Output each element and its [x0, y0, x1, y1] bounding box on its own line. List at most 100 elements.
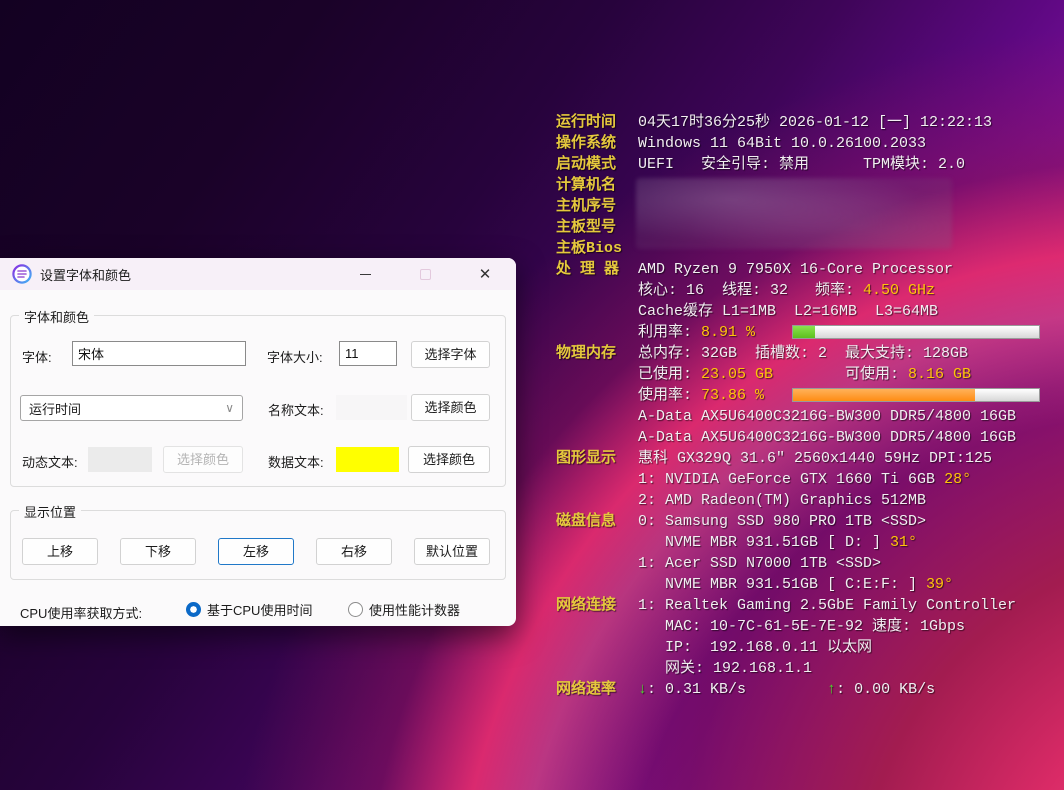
info-row: 核心: 16 线程: 32 频率: 4.50 GHz [556, 280, 1056, 301]
info-row-value: 使用率: 73.86 % [638, 385, 764, 406]
font-label: 字体: [22, 347, 52, 366]
info-row: 主板型号 [556, 217, 1056, 238]
info-row-value: 总内存: 32GB 插槽数: 2 最大支持: 128GB [638, 343, 968, 364]
font-name-input[interactable] [72, 341, 246, 366]
move-right-button[interactable]: 右移 [316, 538, 392, 565]
info-row: 利用率: 8.91 % [556, 322, 1056, 343]
info-row: 2: AMD Radeon(TM) Graphics 512MB [556, 490, 1056, 511]
move-left-button[interactable]: 左移 [218, 538, 294, 565]
data-text-color-swatch [336, 447, 399, 472]
info-row-label [556, 385, 632, 406]
info-row: 网络速率 ↓: 0.31 KB/s ↑: 0.00 KB/s [556, 679, 1056, 700]
info-row: 1: Acer SSD N7000 1TB <SSD> [556, 553, 1056, 574]
info-row-label: 主机序号 [556, 196, 632, 217]
cpu-usage-bar [792, 325, 1040, 339]
info-row-label [556, 637, 632, 658]
info-row: 网络连接 1: Realtek Gaming 2.5GbE Family Cont… [556, 595, 1056, 616]
choose-name-color-button[interactable]: 选择颜色 [411, 394, 490, 421]
info-row: A-Data AX5U6400C3216G-BW300 DDR5/4800 16… [556, 427, 1056, 448]
info-row: A-Data AX5U6400C3216G-BW300 DDR5/4800 16… [556, 406, 1056, 427]
move-down-button[interactable]: 下移 [120, 538, 196, 565]
info-row-label [556, 532, 632, 553]
info-row-value: 04天17时36分25秒 2026-01-12 [一] 12:22:13 [638, 112, 992, 133]
info-row-label [556, 322, 632, 343]
font-color-group-legend: 字体和颜色 [19, 307, 94, 326]
dynamic-text-color-swatch [88, 447, 152, 472]
choose-dynamic-color-button: 选择颜色 [163, 446, 243, 473]
info-row-label [556, 553, 632, 574]
info-row-value: 0: Samsung SSD 980 PRO 1TB <SSD> [638, 511, 926, 532]
choose-font-button[interactable]: 选择字体 [411, 341, 490, 368]
info-row-value: 已使用: 23.05 GB 可使用: 8.16 GB [638, 364, 971, 385]
info-row-label [556, 490, 632, 511]
info-row-label [556, 616, 632, 637]
name-text-label: 名称文本: [268, 400, 324, 419]
choose-data-color-button[interactable]: 选择颜色 [408, 446, 490, 473]
info-row-value: 1: Realtek Gaming 2.5GbE Family Controll… [638, 595, 1016, 616]
close-icon[interactable]: ✕ [472, 262, 498, 286]
radio-icon [186, 602, 201, 617]
info-row: Cache缓存 L1=1MB L2=16MB L3=64MB [556, 301, 1056, 322]
font-size-input[interactable] [339, 341, 397, 366]
radio-icon [348, 602, 363, 617]
ram-usage-bar [792, 388, 1040, 402]
info-row-value: MAC: 10-7C-61-5E-7E-92 速度: 1Gbps [638, 616, 965, 637]
minimize-icon[interactable] [352, 262, 378, 286]
data-text-label: 数据文本: [268, 452, 324, 471]
info-row-label [556, 427, 632, 448]
radio-perf-counter[interactable]: 使用性能计数器 [348, 600, 460, 619]
info-row: 网关: 192.168.1.1 [556, 658, 1056, 679]
radio-perf-counter-label: 使用性能计数器 [369, 600, 460, 619]
info-row-value: ↓: 0.31 KB/s ↑: 0.00 KB/s [638, 679, 935, 700]
item-select-value: 运行时间 [29, 399, 81, 418]
info-row-value: Cache缓存 L1=1MB L2=16MB L3=64MB [638, 301, 938, 322]
info-row-value: 核心: 16 线程: 32 频率: 4.50 GHz [638, 280, 935, 301]
sysinfo-panel: 运行时间04天17时36分25秒 2026-01-12 [一] 12:22:13… [556, 112, 1056, 700]
info-row: NVME MBR 931.51GB [ C:E:F: ] 39° [556, 574, 1056, 595]
info-row-label [556, 301, 632, 322]
info-row-label [556, 406, 632, 427]
info-row-label: 网络速率 [556, 679, 632, 700]
item-select-dropdown[interactable]: 运行时间 ∨ [20, 395, 243, 421]
info-row-value: UEFI 安全引导: 禁用 TPM模块: 2.0 [638, 154, 965, 175]
maximize-icon [412, 262, 438, 286]
info-row: 使用率: 73.86 % [556, 385, 1056, 406]
move-up-button[interactable]: 上移 [22, 538, 98, 565]
info-row-value: NVME MBR 931.51GB [ C:E:F: ] 39° [638, 574, 953, 595]
settings-window: 设置字体和颜色 ✕ 字体和颜色 字体: 字体大小: 选择字体 运行时间 ∨ 名称… [0, 258, 516, 626]
info-row: IP: 192.168.0.11 以太网 [556, 637, 1056, 658]
info-row-label [556, 280, 632, 301]
info-row: 主板Bios [556, 238, 1056, 259]
info-row-label: 操作系统 [556, 133, 632, 154]
info-row: 图形显示惠科 GX329Q 31.6″ 2560x1440 59Hz DPI:1… [556, 448, 1056, 469]
info-row-label [556, 469, 632, 490]
cpu-method-label: CPU使用率获取方式: [20, 603, 142, 622]
info-row-label: 处 理 器 [556, 259, 632, 280]
info-row: NVME MBR 931.51GB [ D: ] 31° [556, 532, 1056, 553]
app-icon [12, 264, 32, 284]
info-row: MAC: 10-7C-61-5E-7E-92 速度: 1Gbps [556, 616, 1056, 637]
info-row-label: 磁盘信息 [556, 511, 632, 532]
info-row-value: 惠科 GX329Q 31.6″ 2560x1440 59Hz DPI:125 [638, 448, 992, 469]
info-row: 计算机名 [556, 175, 1056, 196]
info-row-label: 主板Bios [556, 238, 632, 259]
default-position-button[interactable]: 默认位置 [414, 538, 490, 565]
info-row-value: A-Data AX5U6400C3216G-BW300 DDR5/4800 16… [638, 427, 1016, 448]
info-row-value: 1: NVIDIA GeForce GTX 1660 Ti 6GB 28° [638, 469, 971, 490]
info-row: 主机序号 [556, 196, 1056, 217]
info-row: 处 理 器AMD Ryzen 9 7950X 16-Core Processor [556, 259, 1056, 280]
info-row-value: 1: Acer SSD N7000 1TB <SSD> [638, 553, 881, 574]
titlebar[interactable]: 设置字体和颜色 ✕ [0, 258, 516, 290]
info-row: 运行时间04天17时36分25秒 2026-01-12 [一] 12:22:13 [556, 112, 1056, 133]
info-row-label: 启动模式 [556, 154, 632, 175]
info-row-label [556, 574, 632, 595]
name-text-color-swatch [336, 395, 407, 420]
radio-cpu-time[interactable]: 基于CPU使用时间 [186, 600, 312, 619]
info-row-value: NVME MBR 931.51GB [ D: ] 31° [638, 532, 917, 553]
info-row-label [556, 364, 632, 385]
info-row-label: 图形显示 [556, 448, 632, 469]
info-row-label: 网络连接 [556, 595, 632, 616]
info-row-label: 计算机名 [556, 175, 632, 196]
info-row-label: 主板型号 [556, 217, 632, 238]
radio-cpu-time-label: 基于CPU使用时间 [207, 600, 312, 619]
